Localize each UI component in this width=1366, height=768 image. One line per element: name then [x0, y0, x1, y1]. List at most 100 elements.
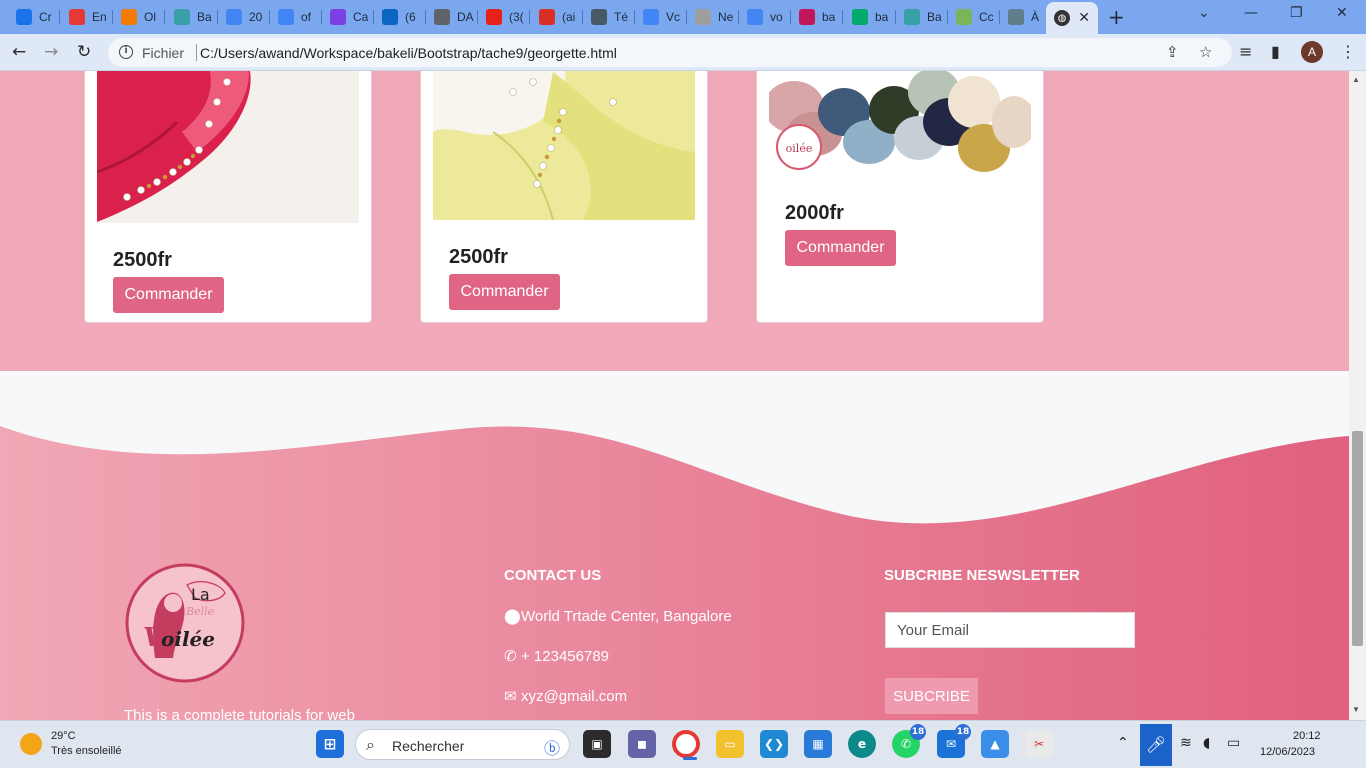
map-marker-icon: ⬤ [504, 607, 521, 625]
bing-icon[interactable]: ⓑ [544, 735, 560, 759]
google-icon [643, 9, 659, 25]
logo-text-voilee: oilée [161, 627, 215, 651]
brand-logo: La Belle V oilée [125, 563, 245, 683]
tab-label: Té [614, 10, 629, 24]
vscode-icon[interactable]: ❮❯ [760, 730, 788, 758]
sun-icon[interactable] [20, 733, 42, 755]
browser-tab[interactable]: Ba [166, 3, 218, 31]
photos-icon[interactable]: ▲ [981, 730, 1009, 758]
chrome-icon[interactable] [672, 730, 700, 760]
browser-tab[interactable]: (ai [531, 3, 583, 31]
menu-icon[interactable]: ⋮ [1340, 42, 1356, 61]
file-explorer-icon[interactable]: ▭ [716, 730, 744, 758]
mail-icon[interactable]: ✉ 18 [937, 724, 971, 758]
pen-icon [904, 9, 920, 25]
minimize-button[interactable]: — [1244, 5, 1258, 21]
browser-tab[interactable]: (3( [478, 3, 530, 31]
svg-text:oilée: oilée [786, 142, 813, 155]
browser-tab[interactable]: Cr [8, 3, 60, 31]
contact-phone: ✆ + 123456789 [504, 647, 609, 665]
browser-tab[interactable]: vo [739, 3, 791, 31]
browser-tab[interactable]: À [1000, 3, 1052, 31]
info-icon[interactable]: i [119, 45, 133, 59]
tab-label: Ba [197, 10, 212, 24]
side-panel-icon[interactable]: ▮ [1271, 42, 1280, 61]
browser-tab[interactable]: Ba [896, 3, 948, 31]
product-image [97, 71, 359, 223]
browser-tab[interactable]: Ne [687, 3, 739, 31]
share-icon[interactable]: ⇪ [1166, 43, 1179, 61]
bookmark-star-icon[interactable]: ☆ [1199, 43, 1212, 61]
browser-toolbar: ← → ↻ i Fichier C:/Users/awand/Workspace… [0, 34, 1366, 71]
store-icon[interactable]: ▦ [804, 730, 832, 758]
commander-button[interactable]: Commander [449, 274, 560, 310]
weather-description[interactable]: Très ensoleillé [51, 745, 122, 757]
running-indicator [683, 757, 697, 760]
browser-tab[interactable]: DA [426, 3, 478, 31]
clock-time[interactable]: 20:12 [1293, 730, 1321, 742]
phone-icon: ✆ [504, 647, 517, 665]
wifi-icon[interactable]: ≋ [1180, 735, 1192, 751]
commander-button[interactable]: Commander [113, 277, 224, 313]
lock-doc-icon [434, 9, 450, 25]
weather-temperature[interactable]: 29°C [51, 730, 76, 742]
new-tab-button[interactable]: + [1108, 5, 1125, 29]
browser-tab[interactable]: Cc [948, 3, 1000, 31]
browser-tab[interactable]: ba [844, 3, 896, 31]
browser-tab[interactable]: Té [583, 3, 635, 31]
youtube-icon [486, 9, 502, 25]
tray-chevron-icon[interactable]: ⌃ [1117, 735, 1129, 751]
search-placeholder: Rechercher [392, 738, 465, 754]
reload-button[interactable]: ↻ [77, 42, 91, 62]
back-button[interactable]: ← [12, 42, 26, 62]
grad-cap-icon [591, 9, 607, 25]
browser-tab[interactable]: Vc [635, 3, 687, 31]
browser-tab[interactable]: Ca [322, 3, 374, 31]
url-text[interactable]: C:/Users/awand/Workspace/bakeli/Bootstra… [200, 45, 617, 61]
snipping-tool-icon[interactable]: ✂ [1025, 730, 1053, 758]
forward-button[interactable]: → [44, 42, 58, 62]
browser-tab[interactable]: En [61, 3, 113, 31]
browser-tab[interactable]: (6 [374, 3, 426, 31]
page-scrollbar[interactable]: ▲ ▼ [1349, 71, 1366, 720]
profile-avatar[interactable]: A [1301, 41, 1323, 63]
tab-label: Cc [979, 10, 994, 24]
browser-tab[interactable]: ba [791, 3, 843, 31]
whatsapp-icon[interactable]: ✆ 18 [892, 724, 926, 758]
clock-date[interactable]: 12/06/2023 [1260, 746, 1315, 758]
taskbar-search[interactable]: ⌕ Rechercher ⓑ [355, 729, 570, 760]
battery-icon[interactable]: ▭ [1227, 735, 1240, 751]
product-image: oilée [769, 71, 1031, 176]
browser-tab[interactable]: Ol [113, 3, 165, 31]
volume-icon[interactable]: ◖ [1203, 735, 1210, 751]
tag-icon [799, 9, 815, 25]
logo-text-la: La [191, 585, 210, 604]
media-controls-icon[interactable]: ≡ [1239, 42, 1252, 61]
task-view-icon[interactable]: ▣ [583, 730, 611, 758]
teams-chat-icon[interactable]: ◼ [628, 730, 656, 758]
product-card: oilée 2000fr Commander [756, 71, 1044, 323]
scroll-down-icon[interactable]: ▼ [1352, 705, 1360, 714]
url-scheme: Fichier [142, 45, 185, 61]
browser-tab[interactable]: 20 [218, 3, 270, 31]
pen-icon [174, 9, 190, 25]
scrollbar-thumb[interactable] [1352, 431, 1363, 646]
start-button[interactable]: ⊞ [316, 730, 344, 758]
tab-label: Ol [144, 10, 156, 24]
google-icon [278, 9, 294, 25]
subscribe-button[interactable]: SUBCRIBE [885, 678, 978, 714]
newsletter-email-input[interactable]: Your Email [885, 612, 1135, 648]
scroll-up-icon[interactable]: ▲ [1352, 75, 1360, 84]
edge-icon[interactable]: e [848, 730, 876, 758]
close-tab-icon[interactable]: ✕ [1078, 9, 1090, 26]
maximize-button[interactable]: ❐ [1290, 5, 1303, 21]
commander-button[interactable]: Commander [785, 230, 896, 266]
address-bar[interactable]: i Fichier C:/Users/awand/Workspace/bakel… [108, 38, 1232, 67]
tab-label: DA [457, 10, 474, 24]
microphone-icon[interactable]: 🎤︎ [1140, 724, 1172, 766]
cloud-icon [121, 9, 137, 25]
tab-search-icon[interactable]: ⌄ [1198, 5, 1210, 21]
close-window-button[interactable]: ✕ [1336, 5, 1348, 21]
browser-tab[interactable]: of [270, 3, 322, 31]
tab-active[interactable]: ◍ ✕ [1046, 2, 1098, 34]
